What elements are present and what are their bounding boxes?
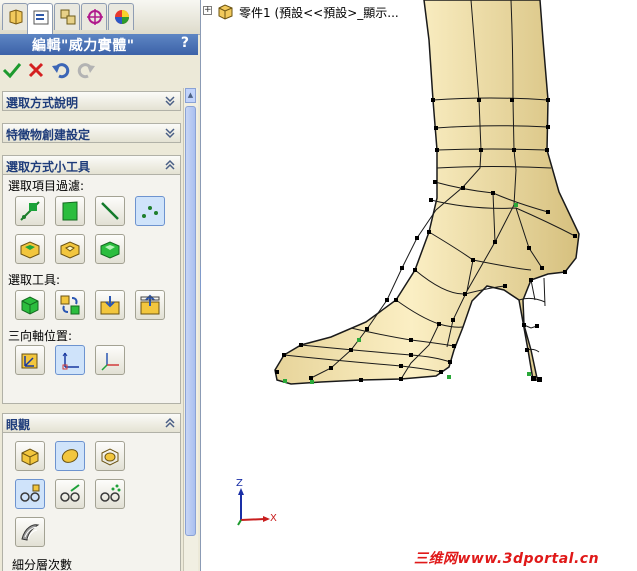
glasses-points-icon — [100, 484, 121, 502]
section-selection-tools[interactable]: 選取方式小工具 — [2, 155, 181, 175]
filter-vertex-edge-button[interactable] — [15, 196, 45, 226]
tab-property-manager[interactable] — [27, 3, 53, 34]
tool-grow-button[interactable] — [95, 290, 125, 320]
filter-edge-button[interactable] — [95, 196, 125, 226]
triad-label: 三向軸位置: — [8, 329, 73, 343]
face-icon — [62, 201, 78, 221]
configuration-manager-icon — [60, 9, 76, 25]
panel-scrollbar[interactable]: ▲ — [183, 88, 198, 571]
section-label: 選取方式說明 — [6, 96, 79, 110]
view-smooth-button[interactable] — [55, 441, 85, 471]
chevron-double-down-icon — [165, 96, 175, 107]
tool-convert-button[interactable] — [55, 290, 85, 320]
vertex-edge-icon — [20, 201, 40, 221]
filter-body-top-button[interactable] — [15, 234, 45, 264]
grow-selection-icon — [100, 296, 120, 315]
tool-shrink-button[interactable] — [135, 290, 165, 320]
section-label: 特徵物創建設定 — [6, 128, 91, 142]
glasses-vertex-icon — [20, 484, 40, 502]
scroll-up-arrow[interactable]: ▲ — [185, 88, 196, 103]
smooth-shape-icon — [61, 449, 79, 463]
section-label: 選取方式小工具 — [6, 160, 91, 174]
panel-title: 編輯"威力實體" — [32, 38, 135, 54]
triad-position-1-button[interactable] — [15, 345, 45, 375]
shoe-model[interactable] — [201, 0, 637, 571]
help-button[interactable]: ? — [181, 35, 189, 51]
view-body: 細分層次數 — [2, 433, 181, 571]
triad-x-label: X — [270, 513, 277, 524]
action-buttons — [0, 58, 198, 84]
undo-icon — [52, 63, 70, 79]
box-shaded-icon — [21, 448, 39, 466]
graphics-viewport[interactable] — [201, 0, 637, 571]
manager-tabs — [0, 0, 200, 35]
filter-body-green-button[interactable] — [95, 234, 125, 264]
body-green-icon — [100, 241, 120, 259]
triad-world-icon — [101, 353, 119, 371]
tab-dimxpert[interactable] — [81, 3, 107, 30]
body-mid-icon — [60, 241, 80, 259]
scroll-thumb[interactable] — [185, 106, 196, 536]
redo-icon — [77, 63, 95, 79]
view-box-button[interactable] — [15, 441, 45, 471]
part-icon — [218, 4, 233, 20]
view-cage-button[interactable] — [95, 441, 125, 471]
undo-button[interactable] — [51, 60, 73, 82]
part-name[interactable]: 零件1 (預設<<預設>_顯示... — [239, 4, 399, 21]
view-vertex-glasses-button[interactable] — [15, 479, 45, 509]
cage-box-icon — [101, 448, 119, 466]
feature-manager-icon — [9, 9, 23, 25]
redo-button[interactable] — [76, 60, 98, 82]
filter-face-button[interactable] — [55, 196, 85, 226]
filter-vertex-button[interactable] — [135, 196, 165, 226]
vertex-icon — [142, 206, 158, 218]
glasses-edge-icon — [60, 484, 80, 502]
feature-tree-flyout: + 零件1 (預設<<預設>_顯示... — [203, 4, 399, 20]
panel-title-bar: 編輯"威力實體" ? — [0, 34, 198, 55]
triad-screen-icon — [62, 352, 79, 370]
shrink-selection-icon — [140, 294, 160, 315]
view-edge-glasses-button[interactable] — [55, 479, 85, 509]
chevron-double-up-icon — [165, 159, 175, 170]
watermark: 三维网www.3dportal.cn — [414, 551, 600, 567]
property-manager-icon — [33, 10, 49, 25]
section-selection-description[interactable]: 選取方式說明 — [2, 91, 181, 111]
chevron-double-down-icon — [165, 128, 175, 139]
tool-label: 選取工具: — [8, 273, 61, 287]
shoe-surface — [274, 0, 580, 385]
ok-button[interactable] — [2, 60, 24, 82]
grid-convert-icon — [60, 295, 80, 315]
body-top-icon — [20, 241, 40, 259]
triad-position-2-button[interactable] — [55, 345, 85, 375]
tab-configuration-manager[interactable] — [54, 3, 80, 30]
tree-expand-icon[interactable]: + — [203, 6, 212, 15]
view-points-glasses-button[interactable] — [95, 479, 125, 509]
section-view[interactable]: 眼觀 — [2, 413, 181, 433]
subdivision-icon — [21, 524, 40, 541]
section-feature-settings[interactable]: 特徵物創建設定 — [2, 123, 181, 143]
dimxpert-icon — [87, 9, 103, 25]
checkmark-icon — [2, 63, 22, 79]
triad-z-label: Z — [236, 478, 243, 489]
property-manager-panel: 編輯"威力實體" ? 選取方式說明 特徵物創建設定 選取方式小工具 選取項目過濾… — [0, 0, 201, 571]
triad-position-3-button[interactable] — [95, 345, 125, 375]
display-manager-icon — [115, 10, 129, 24]
axis-triad — [237, 488, 270, 526]
selection-tools-body: 選取項目過濾: 選取工具: 三向軸位置: — [2, 175, 181, 404]
tab-display-manager[interactable] — [108, 3, 134, 30]
filter-body-mid-button[interactable] — [55, 234, 85, 264]
tool-select-body-button[interactable] — [15, 290, 45, 320]
cube-icon — [21, 296, 39, 315]
subdivision-level-label: 細分層次數 — [12, 558, 73, 571]
view-subdivision-button[interactable] — [15, 517, 45, 547]
edge-icon — [101, 202, 119, 220]
close-icon — [28, 62, 44, 78]
section-label: 眼觀 — [6, 418, 31, 432]
tab-feature-manager[interactable] — [2, 3, 28, 30]
filter-label: 選取項目過濾: — [8, 179, 85, 193]
chevron-double-up-icon — [165, 417, 175, 428]
triad-local-icon — [21, 353, 38, 369]
cancel-button[interactable] — [26, 60, 48, 82]
